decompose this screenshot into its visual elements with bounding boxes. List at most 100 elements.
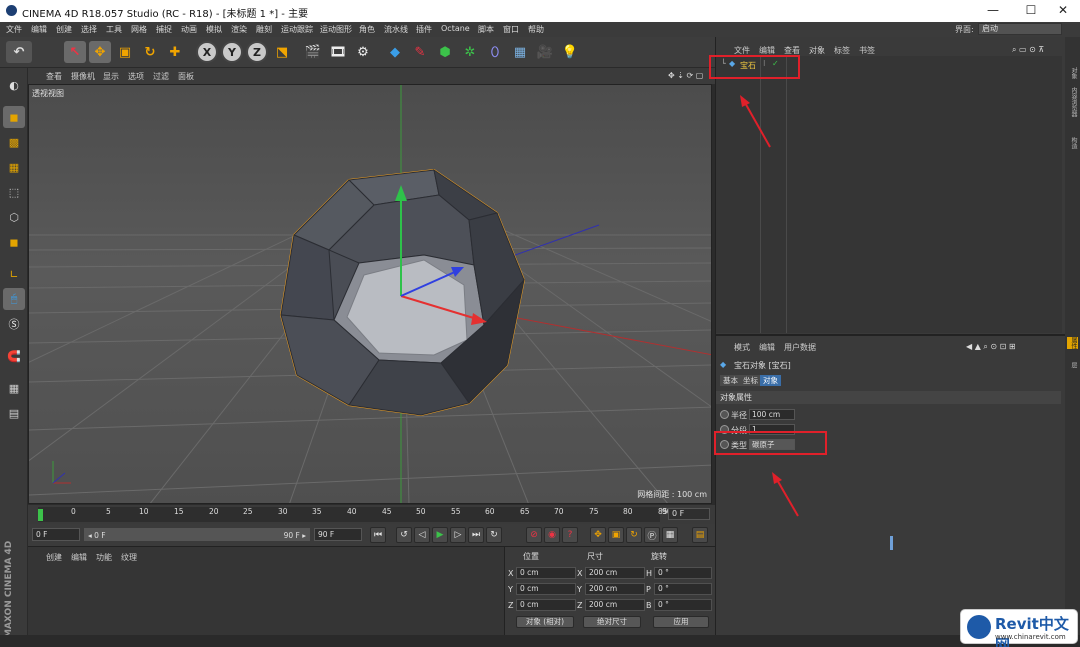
viewport-menu-filter[interactable]: 过滤 — [153, 71, 169, 82]
solo-icon[interactable]: Ⓢ — [3, 313, 25, 335]
snap-icon[interactable]: 🧲 — [3, 345, 25, 367]
prev-frame-icon[interactable]: ◁ — [414, 527, 430, 543]
viewport-menu-cameras[interactable]: 摄像机 — [71, 71, 95, 82]
pen-spline-icon[interactable]: ✎ — [409, 41, 431, 63]
coordinate-system-icon[interactable]: ⬔ — [271, 41, 293, 63]
object-menu-tags[interactable]: 标签 — [834, 45, 850, 56]
camera-icon[interactable]: 🎥 — [534, 41, 556, 63]
points-mode-icon[interactable]: ⬚ — [3, 181, 25, 203]
next-frame-icon[interactable]: ▷ — [450, 527, 466, 543]
polygons-mode-icon[interactable]: ◼ — [3, 231, 25, 253]
attr-nav-icon[interactable]: ◀ ▲ ⌕ ⊙ ⊡ ⊞ — [966, 342, 1016, 352]
workplane-lock-icon[interactable]: ▦ — [3, 377, 25, 399]
key-scale-icon[interactable]: ▣ — [608, 527, 624, 543]
close-button[interactable]: ✕ — [1048, 3, 1078, 19]
attr-menu-mode[interactable]: 模式 — [734, 342, 750, 353]
planar-workplane-icon[interactable]: ▤ — [3, 402, 25, 424]
menu-snap[interactable]: 捕捉 — [156, 24, 172, 35]
timeline[interactable]: 0 5 10 15 20 25 30 35 40 45 50 55 60 65 … — [28, 505, 715, 524]
go-to-start-icon[interactable]: ⏮ — [370, 527, 386, 543]
rotation-p-field[interactable]: 0 ° — [654, 583, 712, 595]
menu-help[interactable]: 帮助 — [528, 24, 544, 35]
position-y-field[interactable]: 0 cm — [516, 583, 576, 595]
menu-character[interactable]: 角色 — [359, 24, 375, 35]
autokey-icon[interactable]: ◉ — [544, 527, 560, 543]
preview-range-slider[interactable]: ◂ 0 F 90 F ▸ — [84, 528, 310, 541]
make-editable-icon[interactable]: ◐ — [3, 74, 25, 96]
move-tool-icon[interactable]: ✥ — [89, 41, 111, 63]
go-to-end-icon[interactable]: ⏭ — [468, 527, 484, 543]
current-frame-field[interactable]: 0 F — [668, 508, 710, 520]
edges-mode-icon[interactable]: ⬡ — [3, 206, 25, 228]
scale-tool-icon[interactable]: ▣ — [114, 41, 136, 63]
object-menu-objects[interactable]: 对象 — [809, 45, 825, 56]
side-tab-content-browser[interactable]: 内容浏览器 — [1067, 87, 1078, 117]
cube-icon[interactable]: ◆ — [384, 41, 406, 63]
menu-file[interactable]: 文件 — [6, 24, 22, 35]
workplane-icon[interactable]: ▦ — [3, 156, 25, 178]
tab-basic[interactable]: 基本 — [720, 375, 741, 386]
array-icon[interactable]: ✲ — [459, 41, 481, 63]
keyframe-selection-icon[interactable]: ? — [562, 527, 578, 543]
key-rotation-icon[interactable]: ↻ — [626, 527, 642, 543]
position-x-field[interactable]: 0 cm — [516, 567, 576, 579]
key-parameter-icon[interactable]: Ⓟ — [644, 527, 660, 543]
maximize-button[interactable]: ☐ — [1016, 3, 1046, 19]
radius-radio[interactable] — [720, 410, 729, 419]
render-picture-viewer-icon[interactable]: 🎞 — [327, 41, 349, 63]
recent-tool-icon[interactable]: ✚ — [164, 41, 186, 63]
attr-menu-edit[interactable]: 编辑 — [759, 342, 775, 353]
apply-button[interactable]: 应用 — [653, 616, 709, 628]
viewport-menu-display[interactable]: 显示 — [103, 71, 119, 82]
play-icon[interactable]: ▶ — [432, 527, 448, 543]
perspective-viewport[interactable]: 透视视图 网格间距 : 100 cm — [28, 84, 712, 504]
attr-menu-user-data[interactable]: 用户数据 — [784, 342, 816, 353]
loop-icon[interactable]: ↻ — [486, 527, 502, 543]
render-view-icon[interactable]: 🎬 — [302, 41, 324, 63]
radius-field[interactable]: 100 cm — [749, 409, 795, 420]
key-position-icon[interactable]: ✥ — [590, 527, 606, 543]
menu-select[interactable]: 选择 — [81, 24, 97, 35]
tab-object[interactable]: 对象 — [760, 375, 781, 386]
object-menu-bookmarks[interactable]: 书签 — [859, 45, 875, 56]
playhead[interactable] — [38, 509, 43, 521]
record-keys-icon[interactable]: ⊘ — [526, 527, 542, 543]
render-settings-icon[interactable]: ⚙ — [352, 41, 374, 63]
z-axis-lock-icon[interactable]: Z — [246, 41, 268, 63]
floor-icon[interactable]: ▦ — [509, 41, 531, 63]
end-frame-field[interactable]: 90 F — [314, 528, 362, 541]
timeline-ruler[interactable]: 0 5 10 15 20 25 30 35 40 45 50 55 60 65 … — [38, 507, 672, 522]
material-menu-texture[interactable]: 纹理 — [121, 552, 137, 563]
menu-animate[interactable]: 动画 — [181, 24, 197, 35]
menu-simulate[interactable]: 模拟 — [206, 24, 222, 35]
viewport-menu-panel[interactable]: 面板 — [178, 71, 194, 82]
start-frame-field[interactable]: 0 F — [32, 528, 80, 541]
live-selection-icon[interactable]: ↖ — [64, 41, 86, 63]
size-x-field[interactable]: 200 cm — [585, 567, 645, 579]
rotation-b-field[interactable]: 0 ° — [654, 599, 712, 611]
viewport-menu-options[interactable]: 选项 — [128, 71, 144, 82]
coord-mode-dropdown[interactable]: 对象 (相对) — [516, 616, 574, 628]
side-tab-structure[interactable]: 构造 — [1067, 137, 1078, 149]
subdivision-surface-icon[interactable]: ⬢ — [434, 41, 456, 63]
side-tab-attributes[interactable]: 属性 — [1067, 337, 1078, 349]
size-mode-dropdown[interactable]: 绝对尺寸 — [583, 616, 641, 628]
minimize-button[interactable]: — — [978, 3, 1008, 19]
menu-script[interactable]: 脚本 — [478, 24, 494, 35]
position-z-field[interactable]: 0 cm — [516, 599, 576, 611]
viewport-nav-icon[interactable]: ✥ ⇣ ⟳ ▢ — [668, 71, 703, 80]
texture-mode-icon[interactable]: ▩ — [3, 131, 25, 153]
timeline-window-icon[interactable]: ▤ — [692, 527, 708, 543]
menu-render[interactable]: 渲染 — [231, 24, 247, 35]
menu-plugins[interactable]: 插件 — [416, 24, 432, 35]
menu-pipeline[interactable]: 流水线 — [384, 24, 408, 35]
side-tab-objects[interactable]: 对象 — [1067, 67, 1078, 79]
menu-mograph[interactable]: 运动图形 — [320, 24, 352, 35]
menu-edit[interactable]: 编辑 — [31, 24, 47, 35]
axis-mode-icon[interactable]: ∟ — [3, 263, 25, 285]
size-z-field[interactable]: 200 cm — [585, 599, 645, 611]
light-icon[interactable]: 💡 — [559, 41, 581, 63]
rotation-h-field[interactable]: 0 ° — [654, 567, 712, 579]
tweak-mode-icon[interactable]: 🖱 — [3, 288, 25, 310]
y-axis-lock-icon[interactable]: Y — [221, 41, 243, 63]
